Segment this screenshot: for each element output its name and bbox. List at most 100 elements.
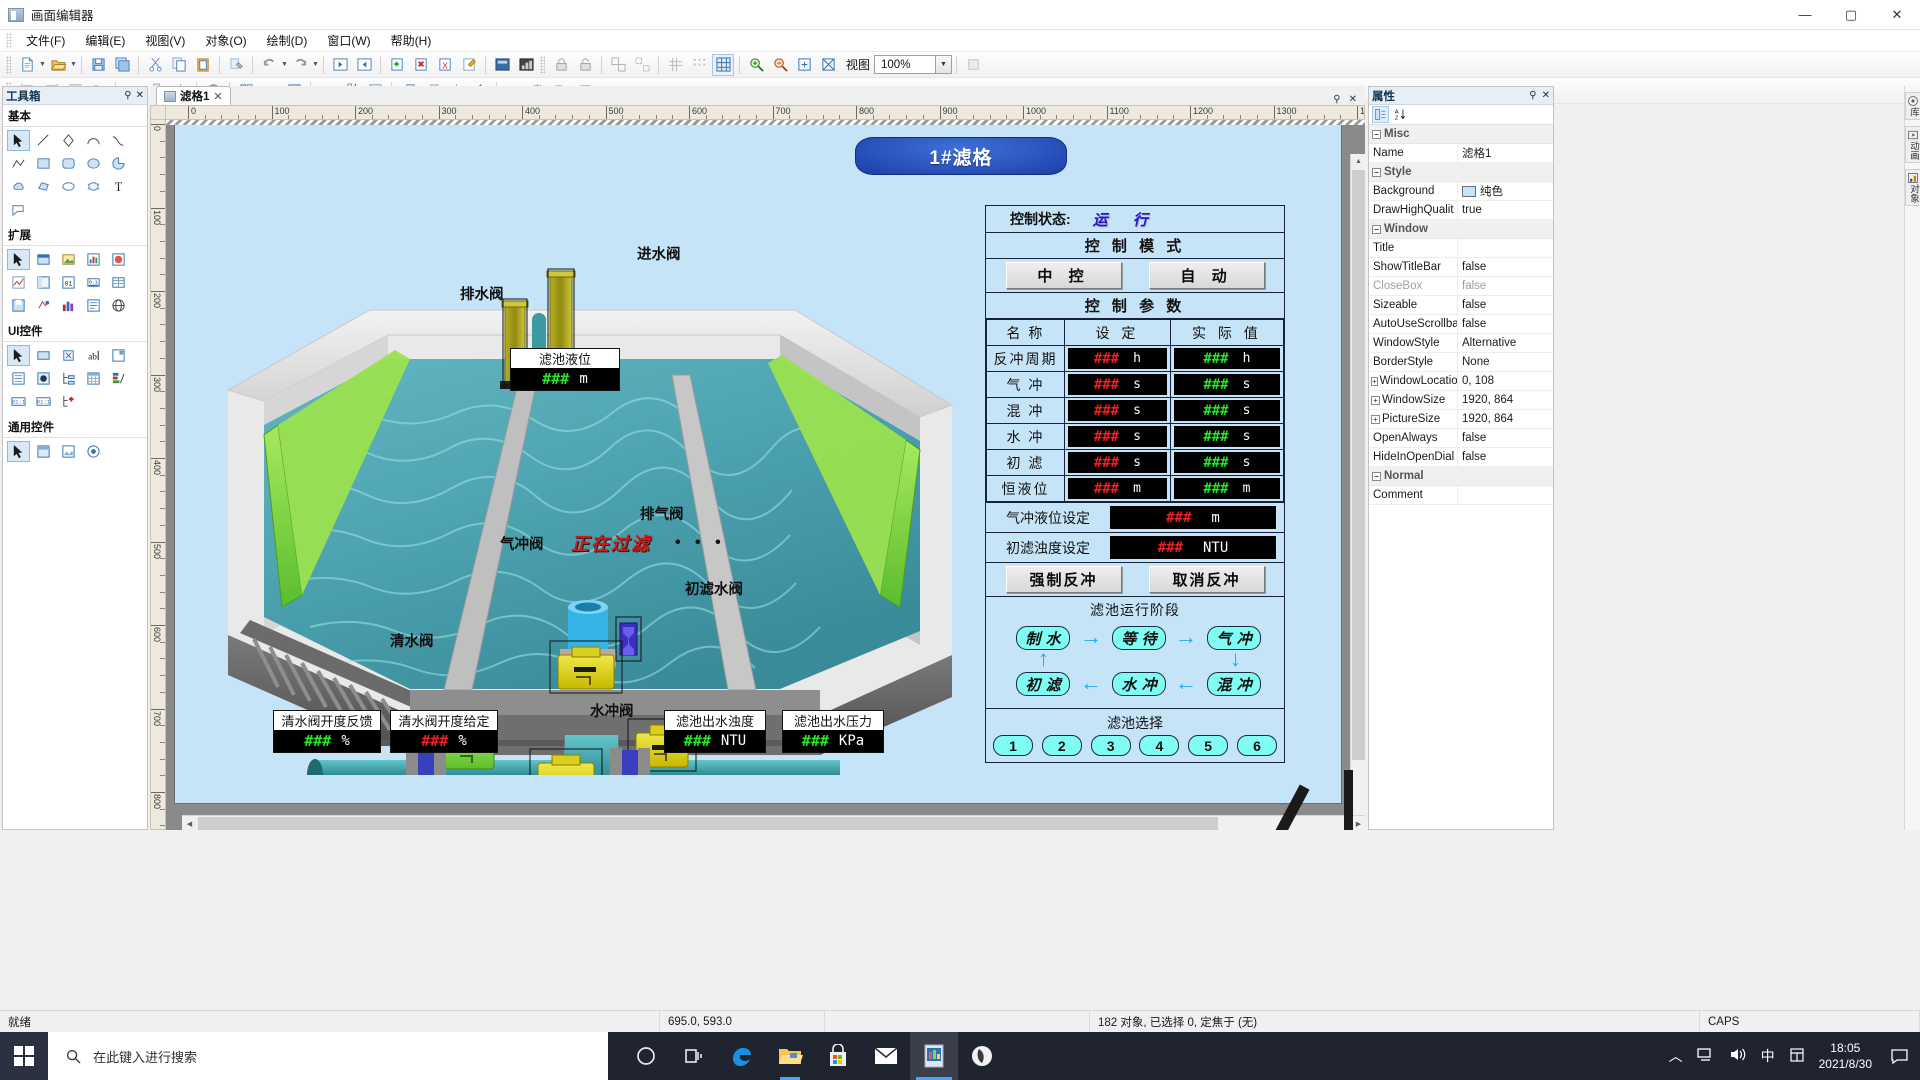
property-value[interactable]	[1457, 485, 1553, 505]
zoom-out-icon[interactable]	[769, 54, 791, 76]
tool-freeform[interactable]	[32, 176, 55, 197]
property-row-picturesize[interactable]: + PictureSize 1920, 864	[1369, 409, 1553, 429]
tool-ui-chartctl[interactable]	[107, 368, 130, 389]
group-collapse-icon[interactable]: −	[1372, 224, 1381, 234]
property-group-style[interactable]: − Style	[1369, 163, 1553, 182]
property-value[interactable]: false	[1457, 428, 1553, 448]
tool-ext-numeric[interactable]: 01	[57, 272, 80, 293]
property-value[interactable]	[1457, 238, 1553, 258]
property-row-borderstyle[interactable]: BorderStyle None	[1369, 352, 1553, 372]
fit-screen-icon[interactable]	[793, 54, 815, 76]
open-file-icon[interactable]	[47, 54, 69, 76]
tool-ext-image[interactable]	[57, 249, 80, 270]
close-screen-icon[interactable]: X	[434, 54, 456, 76]
side-tab-library[interactable]: 库	[1905, 92, 1920, 120]
properties-pin-icon[interactable]: ⚲	[1529, 90, 1536, 101]
property-row-showtitlebar[interactable]: ShowTitleBar false	[1369, 257, 1553, 277]
property-group-window[interactable]: − Window	[1369, 220, 1553, 239]
property-value[interactable]: 0, 108	[1457, 371, 1553, 391]
property-expand-icon[interactable]: +	[1371, 395, 1380, 405]
tool-cloud[interactable]	[7, 176, 30, 197]
categorized-view-icon[interactable]	[1372, 106, 1389, 123]
canvas-viewport[interactable]: 1#滤格 正在过滤 • • • 进水阀 排水阀 气冲阀 排气阀 初滤水阀 清水阀…	[166, 120, 1365, 830]
vertical-scroll-thumb[interactable]	[1352, 170, 1365, 760]
zoom-combo-chevron-down-icon[interactable]: ▼	[936, 55, 953, 74]
tool-ext-trend[interactable]	[7, 272, 30, 293]
scroll-left-icon[interactable]: ◀	[182, 816, 197, 830]
property-row-title[interactable]: Title	[1369, 238, 1553, 258]
redo-dropdown-icon[interactable]: ▼	[312, 55, 319, 75]
zoom-in-icon[interactable]	[745, 54, 767, 76]
mail-icon[interactable]	[862, 1032, 910, 1080]
property-row-windowlocation[interactable]: + WindowLocation 0, 108	[1369, 371, 1553, 391]
tray-volume-icon[interactable]	[1729, 1047, 1747, 1065]
property-expand-icon[interactable]: +	[1371, 376, 1378, 386]
editor-close-icon[interactable]: ✕	[1349, 94, 1357, 105]
tool-line[interactable]	[32, 130, 55, 151]
new-file-dropdown-icon[interactable]: ▼	[39, 55, 46, 75]
stage-wait[interactable]: 等 待	[1112, 626, 1166, 650]
tool-ui-tree[interactable]	[57, 368, 80, 389]
tool-ui-pointer[interactable]	[7, 345, 30, 366]
tool-ext-alarm[interactable]	[32, 295, 55, 316]
align-grid-icon[interactable]	[712, 53, 734, 76]
delete-screen-icon[interactable]	[410, 54, 432, 76]
setting-first-filter-turbidity-field[interactable]: ### NTU	[1110, 536, 1276, 559]
force-backwash-button[interactable]: 强制反冲	[1005, 566, 1122, 593]
property-value[interactable]: None	[1457, 352, 1553, 372]
tool-ellipse[interactable]	[82, 153, 105, 174]
canvas-horizontal-scrollbar[interactable]: ◀ ▶	[182, 815, 1365, 830]
tool-common-panel[interactable]	[32, 441, 55, 462]
group-icon[interactable]	[607, 54, 629, 76]
group-collapse-icon[interactable]: −	[1372, 129, 1381, 139]
redo-icon[interactable]	[289, 54, 311, 76]
property-value[interactable]: false	[1457, 276, 1553, 296]
tool-common-camera[interactable]	[82, 441, 105, 462]
mode-button-central[interactable]: 中 控	[1005, 262, 1122, 289]
property-value[interactable]: 滤格1	[1457, 143, 1553, 163]
setting-air-scour-level-field[interactable]: ### m	[1110, 506, 1276, 529]
undo-icon[interactable]	[258, 54, 280, 76]
property-value[interactable]: false	[1457, 314, 1553, 334]
new-file-icon[interactable]	[16, 54, 38, 76]
param-set-water-scour[interactable]: ### s	[1064, 423, 1171, 450]
tool-ui-listview[interactable]	[7, 368, 30, 389]
property-row-windowsize[interactable]: + WindowSize 1920, 864	[1369, 390, 1553, 410]
canvas-vertical-scrollbar[interactable]: ▲ ▼	[1350, 154, 1365, 830]
scroll-right-icon[interactable]: ▶	[1351, 816, 1365, 830]
save-icon[interactable]	[87, 54, 109, 76]
editor-pin-icon[interactable]: ⚲	[1333, 94, 1340, 105]
toolbox-close-icon[interactable]: ✕	[136, 90, 144, 101]
taskbar-clock[interactable]: 18:05 2021/8/30	[1819, 1040, 1872, 1072]
param-set-backwash-cycle[interactable]: ### h	[1064, 345, 1171, 372]
tool-ui-checkbox[interactable]	[57, 345, 80, 366]
edit-script-icon[interactable]	[458, 54, 480, 76]
property-row-closebox[interactable]: CloseBox false	[1369, 276, 1553, 296]
previous-screen-icon[interactable]	[329, 54, 351, 76]
property-row-autousescrollba[interactable]: AutoUseScrollba false	[1369, 314, 1553, 334]
menu-object[interactable]: 对象(O)	[195, 30, 256, 51]
property-group-misc[interactable]: − Misc	[1369, 125, 1553, 144]
tool-ext-list[interactable]	[82, 295, 105, 316]
tool-ui-textbox[interactable]: ab	[82, 345, 105, 366]
copy-icon[interactable]	[168, 54, 190, 76]
tool-curve[interactable]	[107, 130, 130, 151]
tool-ui-time-1[interactable]: 01:1	[7, 391, 30, 412]
tool-ui-groupbox[interactable]	[107, 345, 130, 366]
basin-select-5[interactable]: 5	[1188, 735, 1229, 756]
property-value[interactable]: Alternative	[1457, 333, 1553, 353]
next-screen-icon[interactable]	[353, 54, 375, 76]
stage-first-filter[interactable]: 初 滤	[1016, 672, 1070, 696]
lock-icon[interactable]	[550, 54, 572, 76]
menu-view[interactable]: 视图(V)	[135, 30, 195, 51]
unlock-icon[interactable]	[574, 54, 596, 76]
side-tab-animation[interactable]: 动画	[1905, 125, 1920, 163]
param-set-combined-scour[interactable]: ### s	[1064, 397, 1171, 424]
tool-polygon[interactable]	[57, 130, 80, 151]
tool-ui-tree-add[interactable]	[57, 391, 80, 412]
alphabetical-sort-icon[interactable]: AZ	[1392, 106, 1409, 123]
property-row-sizeable[interactable]: Sizeable false	[1369, 295, 1553, 315]
property-value[interactable]: false	[1457, 295, 1553, 315]
open-file-dropdown-icon[interactable]: ▼	[70, 55, 77, 75]
tool-rounded-rect[interactable]	[57, 153, 80, 174]
